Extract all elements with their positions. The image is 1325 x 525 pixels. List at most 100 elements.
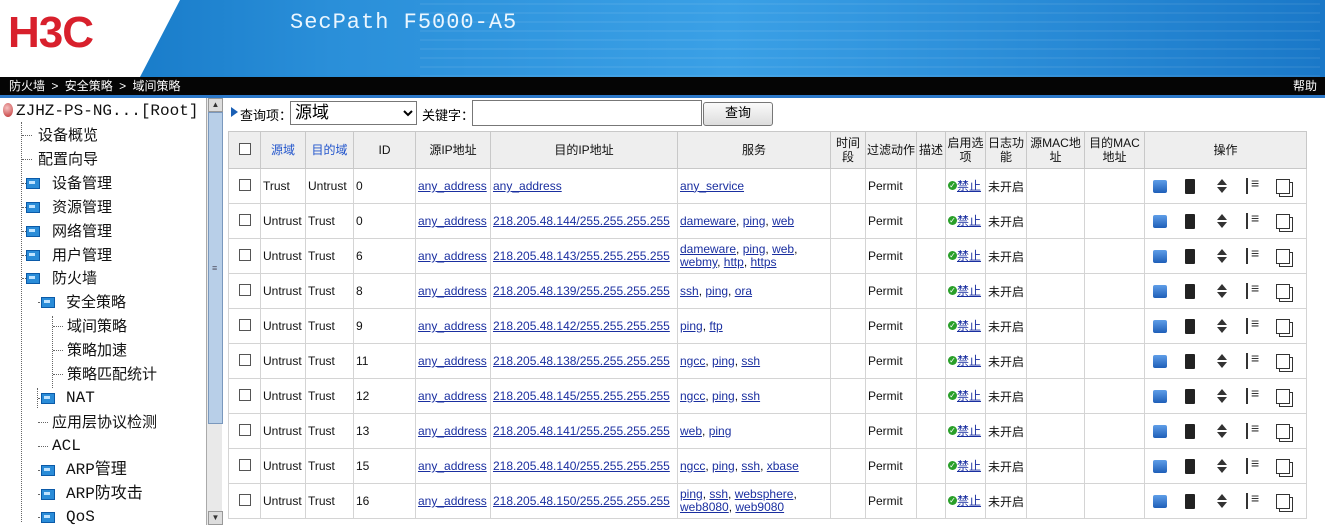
- service-link[interactable]: ping: [680, 487, 703, 501]
- query-button[interactable]: 查询: [703, 102, 773, 126]
- keyword-input[interactable]: [472, 100, 702, 126]
- src-ip-link[interactable]: any_address: [418, 494, 487, 508]
- insert-icon[interactable]: [1246, 455, 1260, 474]
- copy-icon[interactable]: [1276, 493, 1291, 509]
- sidebar-item[interactable]: ACL: [52, 434, 81, 458]
- modify-icon[interactable]: [1153, 459, 1168, 473]
- modify-icon[interactable]: [1153, 354, 1168, 368]
- insert-icon[interactable]: [1246, 385, 1260, 404]
- delete-icon[interactable]: [1185, 248, 1196, 264]
- sidebar-item[interactable]: 策略加速: [67, 338, 127, 362]
- service-link[interactable]: ssh: [741, 389, 760, 403]
- modify-icon[interactable]: [1153, 214, 1168, 228]
- dst-ip-link[interactable]: 218.205.48.138/255.255.255.255: [493, 354, 670, 368]
- service-link[interactable]: ping: [705, 284, 728, 298]
- modify-icon[interactable]: [1153, 284, 1168, 298]
- tree-root[interactable]: ZJHZ-PS-NG...[Root]: [16, 99, 198, 123]
- sidebar-item[interactable]: 域间策略: [67, 314, 127, 338]
- row-checkbox[interactable]: [228, 308, 261, 344]
- select-all-checkbox[interactable]: [228, 131, 261, 169]
- insert-icon[interactable]: [1246, 315, 1260, 334]
- sidebar-item[interactable]: 资源管理: [52, 195, 112, 219]
- move-icon[interactable]: [1214, 423, 1230, 439]
- sidebar-item[interactable]: 策略匹配统计: [67, 362, 157, 386]
- src-ip-link[interactable]: any_address: [418, 424, 487, 438]
- col-src-zone[interactable]: 源域: [260, 131, 306, 169]
- delete-icon[interactable]: [1185, 353, 1196, 369]
- src-ip-link[interactable]: any_address: [418, 284, 487, 298]
- row-checkbox[interactable]: [228, 168, 261, 204]
- service-link[interactable]: ssh: [709, 487, 728, 501]
- src-ip-link[interactable]: any_address: [418, 459, 487, 473]
- modify-icon[interactable]: [1153, 319, 1168, 333]
- insert-icon[interactable]: [1246, 245, 1260, 264]
- service-link[interactable]: ora: [735, 284, 752, 298]
- sidebar-scrollbar[interactable]: ▲ ≡ ▼: [206, 98, 223, 525]
- move-icon[interactable]: [1214, 458, 1230, 474]
- scroll-up-arrow-icon[interactable]: ▲: [208, 98, 223, 112]
- dst-ip-link[interactable]: 218.205.48.143/255.255.255.255: [493, 249, 670, 263]
- disable-link[interactable]: 禁止: [957, 249, 981, 263]
- service-link[interactable]: web: [772, 214, 794, 228]
- sidebar-item[interactable]: ARP管理: [66, 458, 127, 482]
- insert-icon[interactable]: [1246, 280, 1260, 299]
- insert-icon[interactable]: [1246, 175, 1260, 194]
- insert-icon[interactable]: [1246, 420, 1260, 439]
- copy-icon[interactable]: [1276, 423, 1291, 439]
- row-checkbox[interactable]: [228, 448, 261, 484]
- move-icon[interactable]: [1214, 318, 1230, 334]
- sidebar-item[interactable]: 配置向导: [38, 147, 98, 171]
- modify-icon[interactable]: [1153, 424, 1168, 438]
- service-link[interactable]: xbase: [767, 459, 799, 473]
- sidebar-item[interactable]: 设备管理: [52, 171, 112, 195]
- disable-link[interactable]: 禁止: [957, 389, 981, 403]
- row-checkbox[interactable]: [228, 378, 261, 414]
- service-link[interactable]: webmy: [680, 255, 717, 269]
- copy-icon[interactable]: [1276, 283, 1291, 299]
- help-link[interactable]: 帮助: [1293, 77, 1317, 95]
- delete-icon[interactable]: [1185, 283, 1196, 299]
- service-link[interactable]: ping: [743, 214, 766, 228]
- row-checkbox[interactable]: [228, 273, 261, 309]
- move-icon[interactable]: [1214, 388, 1230, 404]
- row-checkbox[interactable]: [228, 483, 261, 519]
- service-link[interactable]: ngcc: [680, 459, 705, 473]
- service-link[interactable]: any_service: [680, 179, 744, 193]
- sidebar-item[interactable]: 网络管理: [52, 219, 112, 243]
- service-link[interactable]: ssh: [741, 354, 760, 368]
- modify-icon[interactable]: [1153, 494, 1168, 508]
- modify-icon[interactable]: [1153, 179, 1168, 193]
- row-checkbox[interactable]: [228, 413, 261, 449]
- service-link[interactable]: ftp: [709, 319, 722, 333]
- modify-icon[interactable]: [1153, 389, 1168, 403]
- scroll-down-arrow-icon[interactable]: ▼: [208, 511, 223, 525]
- dst-ip-link[interactable]: 218.205.48.139/255.255.255.255: [493, 284, 670, 298]
- copy-icon[interactable]: [1276, 213, 1291, 229]
- service-link[interactable]: http: [724, 255, 744, 269]
- delete-icon[interactable]: [1185, 423, 1196, 439]
- src-ip-link[interactable]: any_address: [418, 319, 487, 333]
- src-ip-link[interactable]: any_address: [418, 249, 487, 263]
- copy-icon[interactable]: [1276, 388, 1291, 404]
- dst-ip-link[interactable]: 218.205.48.140/255.255.255.255: [493, 459, 670, 473]
- disable-link[interactable]: 禁止: [957, 354, 981, 368]
- disable-link[interactable]: 禁止: [957, 424, 981, 438]
- service-link[interactable]: ssh: [741, 459, 760, 473]
- disable-link[interactable]: 禁止: [957, 494, 981, 508]
- modify-icon[interactable]: [1153, 249, 1168, 263]
- move-icon[interactable]: [1214, 213, 1230, 229]
- sidebar-item[interactable]: 用户管理: [52, 243, 112, 267]
- src-ip-link[interactable]: any_address: [418, 179, 487, 193]
- src-ip-link[interactable]: any_address: [418, 354, 487, 368]
- dst-ip-link[interactable]: 218.205.48.144/255.255.255.255: [493, 214, 670, 228]
- move-icon[interactable]: [1214, 178, 1230, 194]
- sidebar-item[interactable]: NAT: [66, 386, 95, 410]
- delete-icon[interactable]: [1185, 178, 1196, 194]
- disable-link[interactable]: 禁止: [957, 284, 981, 298]
- service-link[interactable]: ping: [680, 319, 703, 333]
- sidebar-item[interactable]: 应用层协议检测: [52, 410, 157, 434]
- service-link[interactable]: ping: [712, 389, 735, 403]
- copy-icon[interactable]: [1276, 458, 1291, 474]
- delete-icon[interactable]: [1185, 388, 1196, 404]
- row-checkbox[interactable]: [228, 203, 261, 239]
